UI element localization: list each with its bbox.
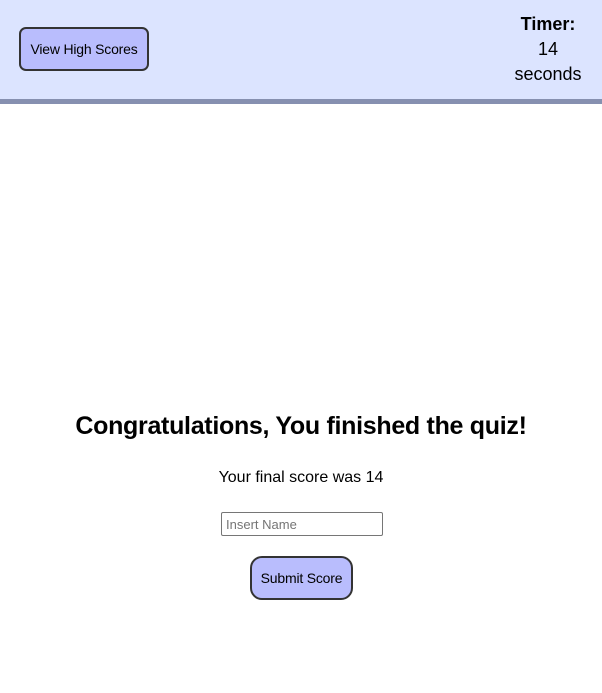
timer-unit: seconds: [514, 64, 582, 84]
page-title: Congratulations, You finished the quiz!: [75, 412, 527, 440]
name-input[interactable]: [221, 512, 383, 536]
submit-score-button[interactable]: Submit Score: [250, 556, 353, 600]
timer-value: 14: [537, 39, 559, 59]
final-score-text: Your final score was 14: [218, 469, 384, 486]
header-bar: View High Scores Timer: 14 seconds: [0, 0, 602, 104]
view-high-scores-button[interactable]: View High Scores: [19, 27, 149, 71]
timer-label: Timer:: [520, 14, 576, 34]
timer: Timer: 14 seconds: [508, 12, 588, 87]
